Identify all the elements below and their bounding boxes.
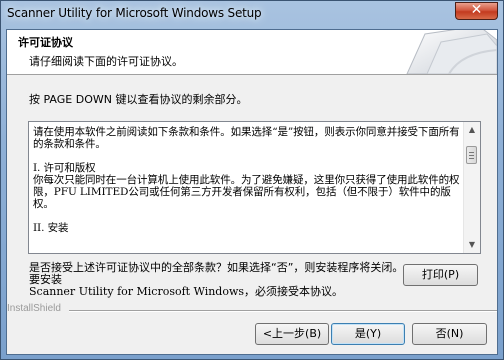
- accept-question-line1: 是否接受上述许可证协议中的全部条款？如果选择“否”，则安装程序将关闭。要安装: [29, 261, 404, 286]
- license-text: 请在使用本软件之前阅读如下条款和条件。如果选择“是”按钮，则表示你同意并接受下面…: [33, 126, 461, 234]
- title-bar[interactable]: Scanner Utility for Microsoft Windows Se…: [1, 1, 503, 29]
- license-section-title: II. 安装: [33, 222, 69, 234]
- scroll-instruction: 按 PAGE DOWN 键以查看协议的剩余部分。: [29, 93, 248, 106]
- yes-button[interactable]: 是(Y): [331, 323, 405, 345]
- license-section-title: I. 许可和版权: [33, 162, 96, 174]
- dialog-header: 许可证协议 请仔细阅读下面的许可证协议。: [7, 30, 497, 75]
- installshield-brand: InstallShield: [7, 303, 61, 314]
- print-button[interactable]: 打印(P): [403, 264, 478, 286]
- vertical-scrollbar[interactable]: ▲ ▼: [463, 122, 480, 253]
- grip-line: [469, 155, 474, 156]
- setup-window: Scanner Utility for Microsoft Windows Se…: [0, 0, 504, 360]
- dialog-body: 许可证协议 请仔细阅读下面的许可证协议。 按 PAGE DOWN 键以查看协议的…: [6, 29, 498, 355]
- scroll-down-arrow-icon[interactable]: ▼: [464, 237, 480, 253]
- accept-question: 是否接受上述许可证协议中的全部条款？如果选择“否”，则安装程序将关闭。要安装 S…: [29, 262, 405, 298]
- close-icon: ✕: [470, 2, 483, 18]
- scrollbar-thumb[interactable]: [466, 146, 477, 164]
- license-paragraph-section1: 你每次只能同时在一台计算机上使用此软件。为了避免嫌疑，这里你只获得了使用此软件的…: [33, 174, 460, 210]
- no-button[interactable]: 否(N): [412, 323, 487, 345]
- grip-line: [469, 158, 474, 159]
- back-button[interactable]: <上一步(B): [255, 323, 329, 345]
- scroll-up-arrow-icon[interactable]: ▲: [464, 122, 480, 138]
- license-paragraph-intro: 请在使用本软件之前阅读如下条款和条件。如果选择“是”按钮，则表示你同意并接受下面…: [33, 126, 460, 150]
- decorative-pages-icon: [406, 30, 497, 74]
- grip-line: [469, 152, 474, 153]
- close-button[interactable]: ✕: [455, 2, 498, 20]
- license-textbox[interactable]: 请在使用本软件之前阅读如下条款和条件。如果选择“是”按钮，则表示你同意并接受下面…: [28, 121, 481, 254]
- page-title: 许可证协议: [18, 36, 73, 49]
- accept-question-line2: Scanner Utility for Microsoft Windows，必须…: [29, 285, 344, 298]
- page-subtitle: 请仔细阅读下面的许可证协议。: [29, 55, 183, 68]
- window-title: Scanner Utility for Microsoft Windows Se…: [7, 6, 262, 20]
- footer-divider: [69, 310, 497, 312]
